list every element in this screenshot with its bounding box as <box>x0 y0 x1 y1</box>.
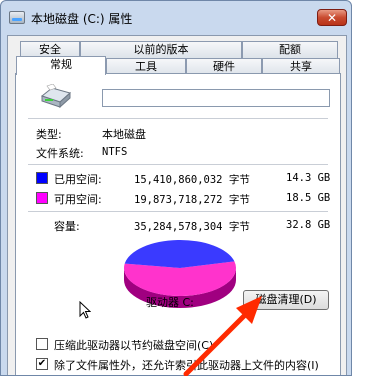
separator <box>28 164 328 165</box>
red-annotation-arrow-icon <box>183 296 262 376</box>
mouse-cursor-icon <box>79 301 91 319</box>
title-bar[interactable]: 本地磁盘 (C:) 属性 ✕ <box>1 1 351 35</box>
tab-quota[interactable]: 配额 <box>242 41 338 58</box>
free-space-label: 可用空间: <box>54 193 102 206</box>
index-checkbox[interactable]: ✔ <box>36 358 48 370</box>
separator <box>28 211 328 212</box>
properties-window: 本地磁盘 (C:) 属性 ✕ 安全 以前的版本 配额 常规 工具 硬件 共享 类… <box>0 0 352 376</box>
capacity-size: 32.8 GB <box>286 219 331 231</box>
free-space-size: 18.5 GB <box>286 192 331 204</box>
close-button[interactable]: ✕ <box>317 9 347 26</box>
hard-drive-icon <box>40 84 72 109</box>
used-space-swatch <box>36 172 48 184</box>
filesystem-value: NTFS <box>102 146 128 158</box>
volume-name-input[interactable] <box>102 89 330 107</box>
window-title: 本地磁盘 (C:) 属性 <box>31 12 133 26</box>
capacity-bytes: 35,284,578,304 字节 <box>134 221 250 233</box>
capacity-label: 容量: <box>54 220 80 233</box>
compress-checkbox[interactable] <box>36 338 48 350</box>
hard-drive-icon <box>9 11 25 24</box>
type-label: 类型: <box>36 128 62 141</box>
filesystem-label: 文件系统: <box>36 147 84 160</box>
tab-general[interactable]: 常规 <box>16 56 106 75</box>
general-tab-content: 类型: 本地磁盘 文件系统: NTFS 已用空间: 15,410,860,032… <box>15 73 341 375</box>
type-value: 本地磁盘 <box>102 128 146 141</box>
used-space-label: 已用空间: <box>54 173 102 186</box>
separator <box>28 118 328 119</box>
used-space-bytes: 15,410,860,032 字节 <box>134 174 250 186</box>
used-space-size: 14.3 GB <box>286 172 331 184</box>
free-space-swatch <box>36 192 48 204</box>
free-space-bytes: 19,873,718,272 字节 <box>134 194 250 206</box>
